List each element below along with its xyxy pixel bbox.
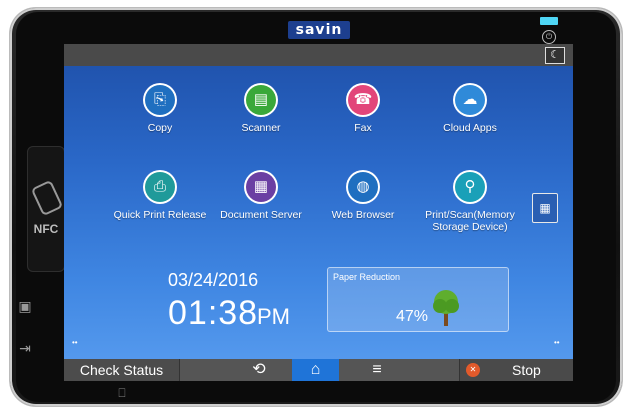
- menu-button[interactable]: ≡: [364, 359, 390, 381]
- copy-icon: ⎘: [145, 85, 175, 115]
- page-indicator-left: ••: [72, 338, 78, 347]
- time-display: 01:38: [168, 294, 259, 332]
- system-bar: ☾: [64, 44, 573, 66]
- energy-saver-icon[interactable]: ☾: [545, 47, 565, 64]
- cloud-icon: ☁: [455, 85, 485, 115]
- bottom-bar: Check Status ⟲ ⌂ ≡ ✕ Stop: [64, 359, 573, 381]
- tree-icon: [433, 290, 459, 326]
- app-tile[interactable]: ◍ Web Browser: [303, 172, 423, 221]
- ampm-display: PM: [257, 304, 290, 329]
- app-glyph: ⎙: [153, 178, 166, 195]
- stop-icon: ✕: [466, 363, 480, 377]
- home-button[interactable]: ⌂: [292, 359, 339, 381]
- login-side-icon[interactable]: ⇥: [14, 334, 36, 362]
- touch-screen: ☾ ⎘ Copy ▤ Scanner ☎ Fax ☁ Cloud Apps ⎙ Quick Pri…: [64, 44, 573, 381]
- app-tile[interactable]: ⚲ Print/Scan(Memory Storage Device): [410, 172, 530, 233]
- document-server-icon: ▦: [246, 172, 276, 202]
- check-status-button[interactable]: Check Status: [64, 359, 180, 381]
- quick-print-release-icon: ⎙: [145, 172, 175, 202]
- paper-reduction-widget[interactable]: Paper Reduction 47%: [327, 267, 509, 332]
- app-tile[interactable]: ☎ Fax: [303, 85, 423, 134]
- app-label: Print/Scan(Memory Storage Device): [425, 209, 515, 233]
- app-glyph: ▦: [253, 178, 269, 195]
- app-list-button[interactable]: ▦: [532, 193, 558, 223]
- date-display: 03/24/2016: [168, 270, 259, 290]
- fax-icon: ☎: [348, 85, 378, 115]
- app-label: Web Browser: [331, 209, 395, 221]
- status-led: [540, 17, 558, 25]
- scanner-icon: ▤: [246, 85, 276, 115]
- app-glyph: ☎: [353, 91, 373, 108]
- paper-reduction-title: Paper Reduction: [333, 272, 401, 282]
- app-glyph: ☁: [462, 91, 478, 108]
- fax-side-icon[interactable]: ▣: [14, 292, 36, 320]
- stop-button[interactable]: ✕ Stop: [459, 359, 573, 381]
- app-glyph: ◍: [356, 178, 370, 195]
- stop-label: Stop: [512, 362, 541, 378]
- nfc-reader: NFC: [27, 146, 65, 272]
- app-tile[interactable]: ☁ Cloud Apps: [410, 85, 530, 134]
- app-label: Fax: [354, 122, 372, 134]
- doc-status-icon: ⎕: [118, 386, 126, 400]
- power-icon[interactable]: ⏻: [542, 30, 556, 44]
- paper-reduction-value: 47%: [396, 308, 429, 325]
- nfc-icon: [30, 179, 64, 217]
- app-glyph: ⎘: [153, 91, 166, 108]
- app-glyph: ▤: [253, 91, 269, 108]
- usb-icon: ⚲: [455, 172, 485, 202]
- globe-icon: ◍: [348, 172, 378, 202]
- back-button[interactable]: ⟲: [244, 359, 274, 381]
- page-indicator-right: ••: [554, 338, 560, 347]
- nfc-label: NFC: [33, 222, 59, 236]
- app-glyph: ⚲: [464, 178, 476, 195]
- brand-logo: savin: [288, 21, 350, 39]
- app-label: Cloud Apps: [443, 122, 497, 134]
